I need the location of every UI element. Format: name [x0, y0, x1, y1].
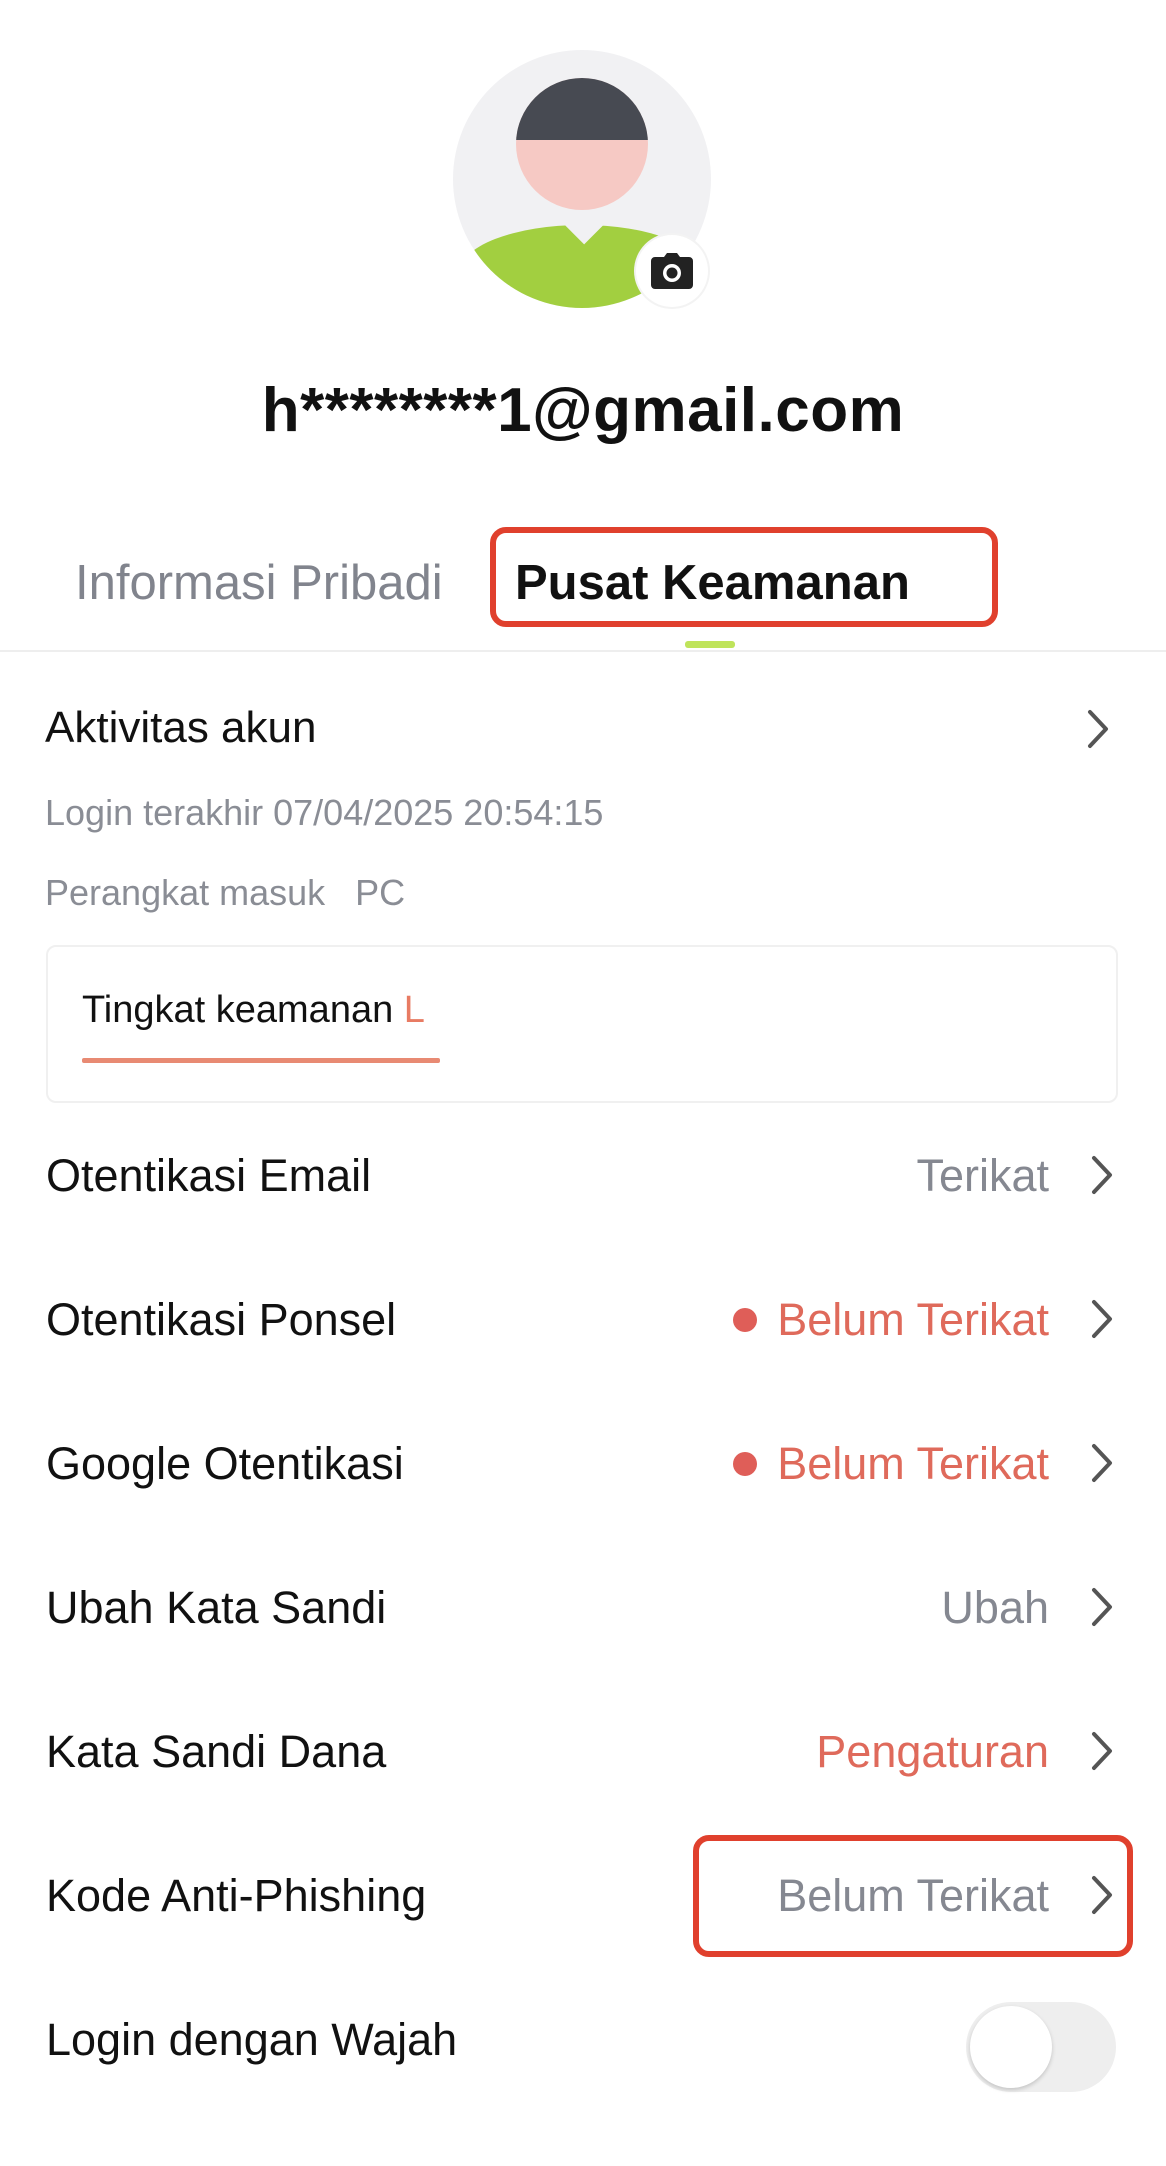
avatar-section: [453, 50, 711, 308]
account-activity-title[interactable]: Aktivitas akun: [45, 703, 316, 753]
row-status: Terikat: [916, 1150, 1049, 1202]
security-level-text: Tingkat keamanan: [82, 989, 404, 1031]
highlight-box-security-tab: [490, 527, 998, 627]
row-label: Kata Sandi Dana: [46, 1726, 387, 1777]
security-level-bar: [82, 1058, 440, 1063]
chevron-right-icon: [1092, 1588, 1112, 1626]
row-status: Ubah: [941, 1582, 1049, 1634]
avatar-face-shape: [516, 78, 648, 210]
active-tab-indicator: [685, 641, 735, 648]
status-text: Pengaturan: [816, 1726, 1049, 1777]
avatar-hair-shape: [516, 78, 648, 140]
chevron-right-icon: [1092, 1444, 1112, 1482]
chevron-right-icon: [1092, 1732, 1112, 1770]
row-fund-password[interactable]: Kata Sandi Dana Pengaturan: [0, 1698, 1166, 1808]
last-login-text: Login terakhir 07/04/2025 20:54:15: [45, 792, 604, 833]
face-login-toggle[interactable]: [966, 2002, 1116, 2092]
chevron-right-icon: [1092, 1300, 1112, 1338]
camera-icon: [651, 253, 693, 289]
row-face-login: Login dengan Wajah: [0, 1986, 1166, 2096]
change-avatar-button[interactable]: [636, 235, 708, 307]
row-label: Otentikasi Ponsel: [46, 1294, 397, 1345]
row-status: Belum Terikat: [733, 1438, 1049, 1490]
row-status: Pengaturan: [816, 1726, 1049, 1778]
row-status: Belum Terikat: [733, 1294, 1049, 1346]
login-device-text: Perangkat masuk PC: [45, 872, 406, 913]
row-change-password[interactable]: Ubah Kata Sandi Ubah: [0, 1554, 1166, 1664]
row-label: Google Otentikasi: [46, 1438, 404, 1489]
status-text: Terikat: [916, 1150, 1049, 1201]
security-level-card: Tingkat keamanan L: [46, 945, 1118, 1103]
status-text: Belum Terikat: [777, 1438, 1049, 1489]
alert-dot-icon: [733, 1452, 758, 1476]
chevron-right-icon: [1092, 1156, 1112, 1194]
row-label: Otentikasi Email: [46, 1150, 372, 1201]
security-level-label: Tingkat keamanan L: [82, 989, 425, 1032]
row-google-auth[interactable]: Google Otentikasi Belum Terikat: [0, 1410, 1166, 1520]
status-text: Ubah: [941, 1582, 1049, 1633]
highlight-box-anti-phishing: [693, 1835, 1133, 1957]
row-phone-auth[interactable]: Otentikasi Ponsel Belum Terikat: [0, 1266, 1166, 1376]
row-email-auth[interactable]: Otentikasi Email Terikat: [0, 1122, 1166, 1232]
row-label: Kode Anti-Phishing: [46, 1870, 427, 1921]
tab-personal-info[interactable]: Informasi Pribadi: [75, 555, 443, 611]
security-level-value: L: [403, 989, 425, 1031]
row-label: Ubah Kata Sandi: [46, 1582, 387, 1633]
account-email: h********1@gmail.com: [261, 376, 905, 445]
status-text: Belum Terikat: [777, 1294, 1049, 1345]
row-label: Login dengan Wajah: [46, 2014, 458, 2065]
chevron-right-icon[interactable]: [1082, 708, 1114, 750]
alert-dot-icon: [733, 1308, 758, 1332]
toggle-knob: [970, 2006, 1052, 2088]
